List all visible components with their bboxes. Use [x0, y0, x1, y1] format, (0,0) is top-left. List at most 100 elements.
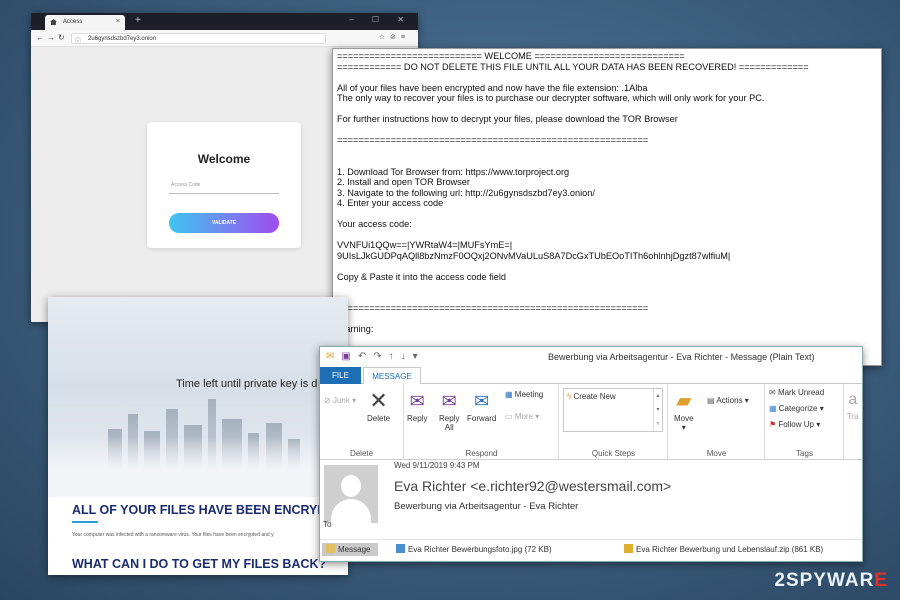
zip-folder-icon [624, 544, 633, 553]
welcome-heading: Welcome [197, 152, 251, 166]
outlook-message-window: ✉▣↶↷↑↓▾ Bewerbung via Arbeitsagentur - E… [319, 346, 863, 562]
tab-close-button[interactable]: × [116, 18, 120, 25]
delete-button[interactable]: ✕ Delete [367, 388, 390, 424]
envelope-icon: ✉ [326, 351, 342, 362]
categorize-icon: ▦ [769, 404, 779, 413]
reply-all-button[interactable]: ✉ Reply All [439, 390, 459, 432]
actions-button[interactable]: ▤ Actions ▾ [707, 396, 749, 405]
attachment-message[interactable]: Message [322, 543, 379, 556]
note-line: ========================================… [337, 303, 649, 313]
quick-steps-gallery[interactable]: ϟ Create New ▴ ▾ ▿ [563, 388, 663, 432]
forward-icon: ✉ [474, 391, 490, 411]
access-code-input[interactable]: Access Code [169, 182, 279, 194]
note-line: 9UIsLJkGUDPqAQll8bzNmzF0OQxj2ONvMVaULuS8… [337, 250, 731, 261]
note-line [337, 104, 881, 115]
note-line [337, 125, 881, 136]
reload-icon[interactable]: ↻ [58, 33, 65, 42]
toolbar-icons[interactable]: ☆⊘≡ [379, 33, 410, 41]
actions-icon: ▤ [707, 396, 717, 405]
group-label-move: Move [706, 449, 727, 458]
mark-unread-button[interactable]: ✉ Mark Unread [769, 388, 824, 397]
group-label-tags: Tags [796, 449, 813, 458]
new-tab-button[interactable]: + [135, 15, 141, 26]
ribbon-tabs: FILE MESSAGE [320, 367, 862, 385]
note-line: ========================================… [337, 135, 649, 145]
note-line [337, 230, 881, 241]
note-line [337, 314, 881, 325]
back-icon[interactable]: ← [36, 33, 44, 42]
attachment-bar: Message Eva Richter Bewerbungsfoto.jpg (… [320, 539, 862, 557]
more-button[interactable]: ▭ More ▾ [505, 412, 539, 421]
headline-divider [72, 521, 98, 523]
junk-icon: ⊘ [324, 396, 333, 405]
mark-unread-icon: ✉ [769, 388, 778, 397]
ransom-note-window: =========================== WELCOME ====… [332, 48, 882, 366]
group-label-respond: Respond [465, 449, 498, 458]
encrypted-headline: ALL OF YOUR FILES HAVE BEEN ENCRYPT [72, 503, 334, 517]
more-icon: ▭ [505, 412, 515, 421]
message-date: Wed 9/11/2019 9:43 PM [394, 461, 480, 470]
note-line [337, 293, 881, 304]
junk-button[interactable]: ⊘ Junk ▾ [324, 396, 356, 405]
note-line: ============ DO NOT DELETE THIS FILE UNT… [337, 61, 809, 72]
watermark-logo: 2SPYWARE [774, 570, 888, 591]
message-subject: Bewerbung via Arbeitsagentur - Eva Richt… [394, 501, 579, 512]
note-line: 2. Install and open TOR Browser [337, 177, 470, 187]
recovery-headline: WHAT CAN I DO TO GET MY FILES BACK? [72, 557, 327, 571]
reply-button[interactable]: ✉ Reply [407, 390, 427, 423]
message-header: Wed 9/11/2019 9:43 PM Eva Richter <e.ric… [320, 461, 862, 533]
reply-icon: ✉ [409, 391, 425, 411]
browser-nav-bar: ← → ↻ ⓘ 2u6gynsdszbd7ey3.onion ☆⊘≡ [31, 30, 418, 47]
meeting-button[interactable]: ▦ Meeting [505, 390, 543, 399]
ransom-website: Time left until private key is d ALL OF … [48, 297, 348, 575]
attachment-jpg[interactable]: Eva Richter Bewerbungsfoto.jpg (72 KB) [396, 543, 552, 556]
address-bar[interactable]: ⓘ 2u6gynsdszbd7ey3.onion [71, 33, 326, 45]
flag-icon: ⚑ [769, 420, 779, 429]
create-new-quick-step[interactable]: ϟ Create New [567, 392, 616, 401]
outlook-title-bar: ✉▣↶↷↑↓▾ Bewerbung via Arbeitsagentur - E… [320, 347, 862, 367]
group-label-delete: Delete [349, 449, 374, 458]
note-line: The only way to recover your files is to… [337, 93, 765, 103]
countdown-label: Time left until private key is d [176, 378, 318, 390]
home-icon [50, 19, 57, 25]
note-line: 1. Download Tor Browser from: https://ww… [337, 166, 570, 177]
note-line: Copy & Paste it into the access code fie… [337, 271, 507, 282]
message-sender[interactable]: Eva Richter <e.richter92@westersmail.com… [394, 478, 671, 494]
categorize-button[interactable]: ▦ Categorize ▾ [769, 404, 824, 413]
quick-access-toolbar[interactable]: ✉▣↶↷↑↓▾ [326, 351, 425, 362]
note-line: Your access code: [337, 219, 412, 229]
ribbon-group-respond: ✉ Reply ✉ Reply All ✉ Forward ▦ Meeting ▭… [405, 384, 559, 460]
ribbon-group-move: ▰ Move ▾ ▤ Actions ▾ Move [669, 384, 765, 460]
image-icon [396, 544, 405, 553]
follow-up-button[interactable]: ⚑ Follow Up ▾ [769, 420, 820, 429]
ransom-note-text: =========================== WELCOME ====… [337, 51, 881, 356]
folder-icon: ▰ [676, 390, 692, 412]
delete-x-icon: ✕ [369, 388, 388, 413]
group-label-quick-steps: Quick Steps [591, 449, 636, 458]
note-line: 3. Navigate to the following url: http:/… [337, 187, 595, 198]
ribbon-group-quick-steps: ϟ Create New ▴ ▾ ▿ Quick Steps [560, 384, 668, 460]
move-button[interactable]: ▰ Move ▾ [674, 390, 694, 432]
browser-tab[interactable]: Access × [45, 15, 125, 30]
to-label: To [323, 520, 332, 529]
reply-all-icon: ✉ [441, 391, 457, 411]
translate-button[interactable]: a Tra [847, 390, 859, 421]
note-line [337, 209, 881, 220]
note-line [337, 146, 881, 157]
attachment-zip[interactable]: Eva Richter Bewerbung und Lebenslauf.zip… [624, 543, 823, 556]
browser-tab-bar: Access × + – ☐ ✕ [31, 13, 418, 30]
tab-file[interactable]: FILE [320, 367, 361, 384]
forward-icon[interactable]: → [47, 33, 55, 42]
access-card: Welcome Access Code VALIDATE [147, 122, 301, 248]
tab-message[interactable]: MESSAGE [363, 367, 421, 385]
infection-description: Your computer was infected with a ransom… [72, 532, 274, 538]
tab-title: Access [63, 19, 83, 25]
validate-button[interactable]: VALIDATE [169, 213, 279, 233]
sender-avatar [324, 465, 378, 523]
window-controls[interactable]: – ☐ ✕ [349, 15, 412, 24]
note-line [337, 335, 881, 346]
forward-button[interactable]: ✉ Forward [467, 390, 496, 423]
outlook-window-title: Bewerbung via Arbeitsagentur - Eva Richt… [548, 352, 815, 362]
gallery-scroll[interactable]: ▴ ▾ ▿ [653, 389, 662, 431]
ribbon: ⊘ Junk ▾ ✕ Delete Delete ✉ Reply ✉ Reply… [320, 384, 862, 460]
